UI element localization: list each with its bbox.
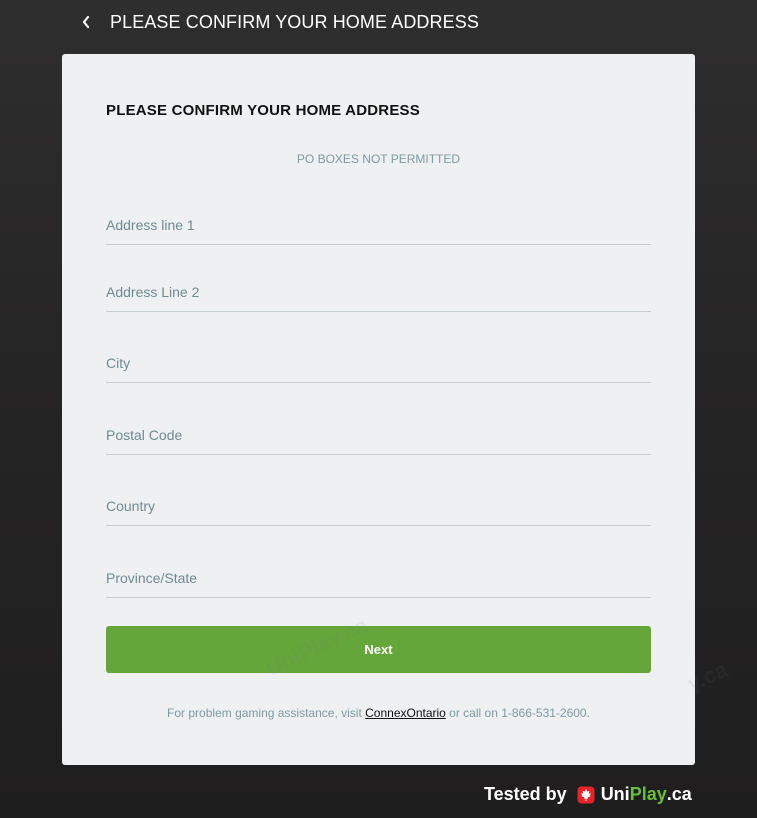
po-box-notice: PO BOXES NOT PERMITTED — [296, 152, 461, 166]
gaming-help-text: For problem gaming assistance, visit Con… — [62, 706, 695, 720]
brand-uni-text: Uni — [600, 784, 630, 804]
postal-code-input[interactable] — [106, 406, 651, 454]
brand-play-text: Play — [629, 784, 667, 804]
help-suffix: or call on 1-866-531-2600. — [445, 706, 590, 720]
back-button[interactable] — [76, 11, 96, 33]
tested-by-label: Tested by — [484, 784, 567, 804]
help-prefix: For problem gaming assistance, visit — [167, 706, 366, 720]
province-state-field — [106, 549, 651, 598]
postal-code-field — [106, 406, 651, 455]
address-line-1-input[interactable] — [106, 196, 651, 244]
address-form-card: PLEASE CONFIRM YOUR HOME ADDRESS PO BOXE… — [62, 54, 731, 765]
watermark-right: y.ca — [683, 656, 732, 697]
address-line-2-input[interactable] — [106, 263, 651, 311]
chevron-left-icon — [82, 15, 90, 29]
form-title: PLEASE CONFIRM YOUR HOME ADDRESS — [106, 102, 420, 119]
country-field — [106, 477, 651, 526]
address-line-1-field — [106, 196, 651, 245]
connex-ontario-link[interactable]: ConnexOntario — [365, 706, 446, 720]
tested-by-badge: Tested by Uni Play .ca — [484, 784, 692, 805]
uniplay-logo: Uni Play .ca — [601, 784, 692, 805]
page-title: PLEASE CONFIRM YOUR HOME ADDRESS — [110, 12, 479, 32]
city-field — [106, 334, 651, 383]
top-bar: PLEASE CONFIRM YOUR HOME ADDRESS — [0, 0, 757, 46]
province-state-input[interactable] — [106, 549, 651, 597]
address-line-2-field — [106, 263, 651, 312]
country-input[interactable] — [106, 477, 651, 525]
maple-leaf-icon — [577, 786, 595, 804]
next-button[interactable]: Next — [106, 626, 651, 673]
city-input[interactable] — [106, 334, 651, 382]
brand-tld-text: .ca — [666, 784, 692, 804]
